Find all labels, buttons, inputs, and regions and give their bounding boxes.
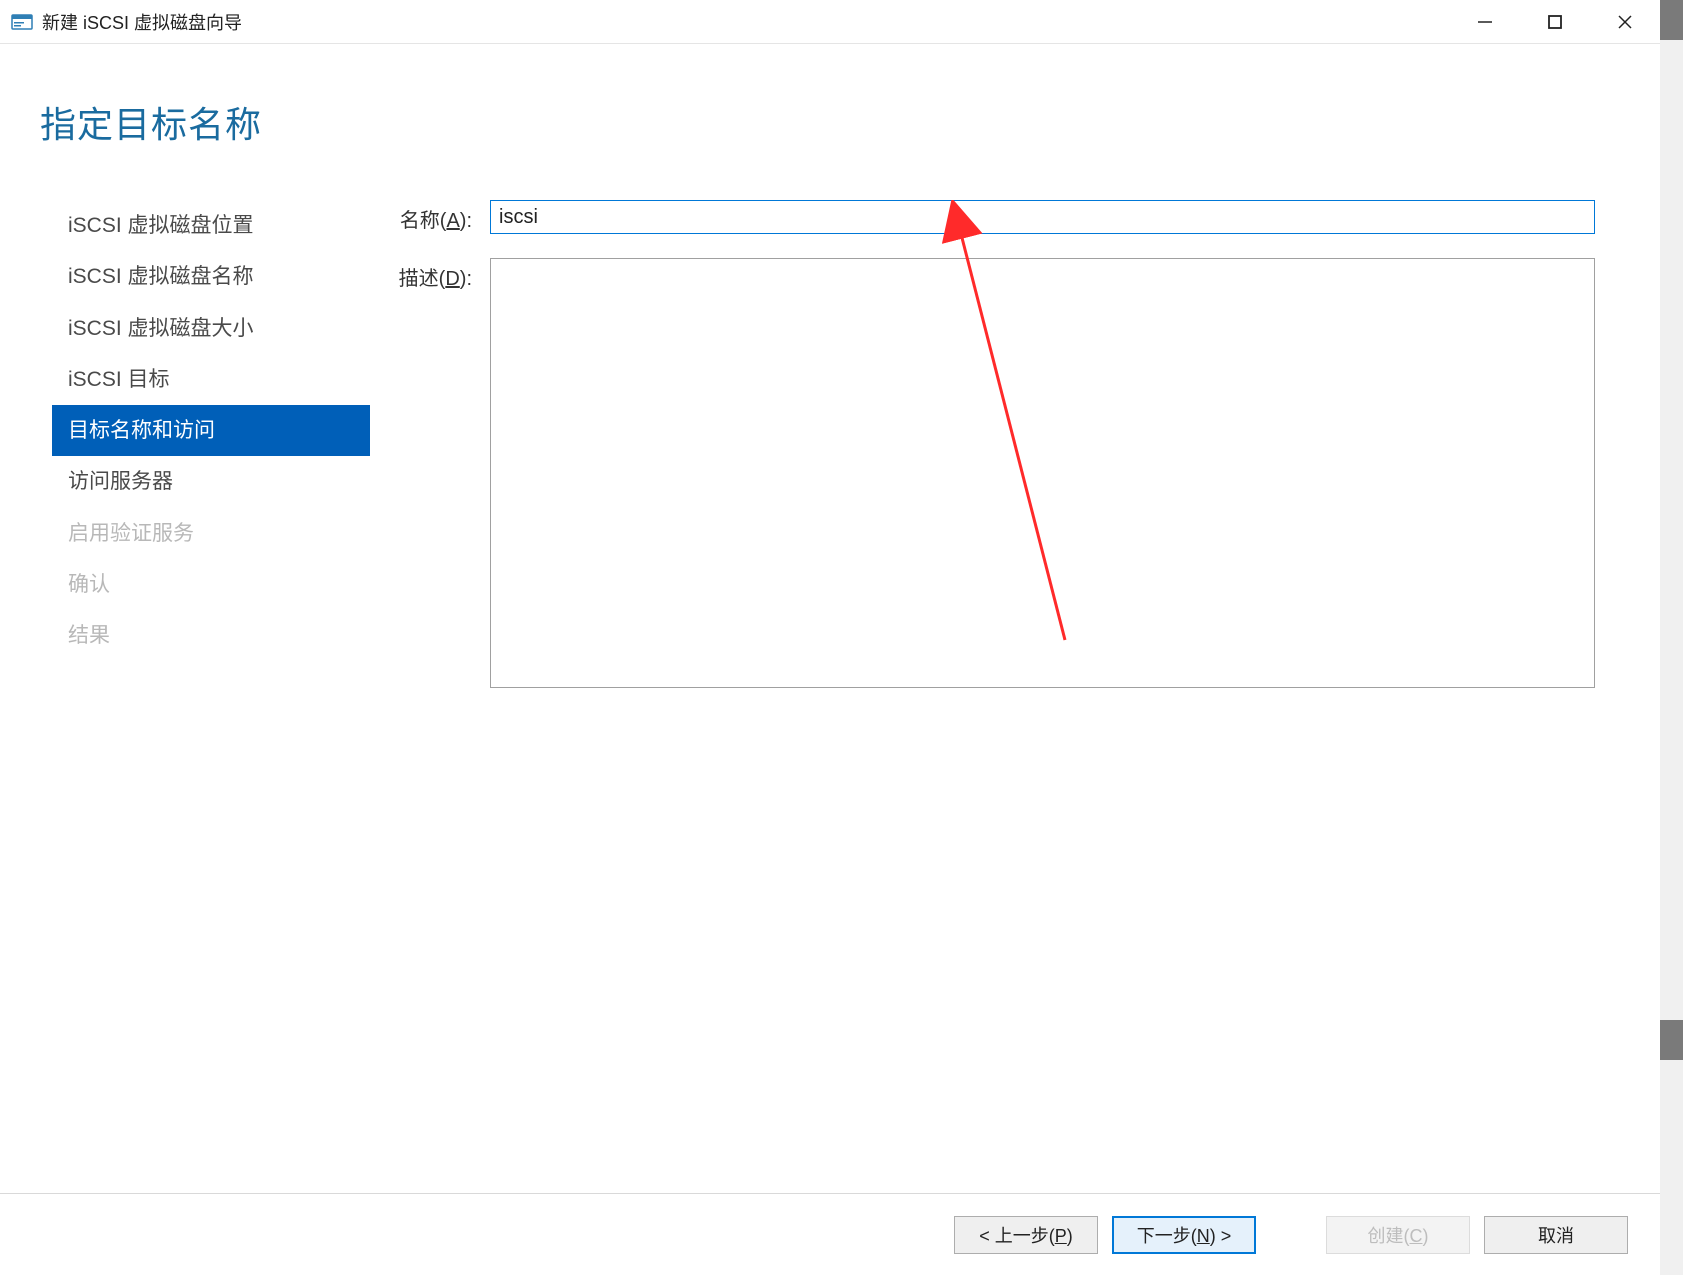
titlebar: 新建 iSCSI 虚拟磁盘向导 — [0, 0, 1660, 44]
name-label: 名称(A): — [370, 200, 490, 233]
outer-scroll-strip — [1660, 0, 1683, 1275]
step-target-name-access[interactable]: 目标名称和访问 — [52, 405, 370, 456]
wizard-footer: < 上一步(P) 下一步(N) > 创建(C) 取消 — [0, 1193, 1660, 1275]
step-iscsi-target[interactable]: iSCSI 目标 — [52, 354, 370, 405]
name-row: 名称(A): — [370, 200, 1595, 234]
step-access-servers[interactable]: 访问服务器 — [52, 456, 370, 507]
step-confirm: 确认 — [52, 559, 370, 610]
previous-button[interactable]: < 上一步(P) — [954, 1216, 1098, 1254]
next-button[interactable]: 下一步(N) > — [1112, 1216, 1256, 1254]
step-enable-auth: 启用验证服务 — [52, 508, 370, 559]
close-button[interactable] — [1590, 0, 1660, 43]
cancel-button[interactable]: 取消 — [1484, 1216, 1628, 1254]
content-area: 指定目标名称 iSCSI 虚拟磁盘位置 iSCSI 虚拟磁盘名称 iSCSI 虚… — [0, 44, 1660, 1193]
window-title: 新建 iSCSI 虚拟磁盘向导 — [42, 9, 242, 35]
target-name-input[interactable] — [490, 200, 1595, 234]
target-description-input[interactable] — [490, 258, 1595, 688]
maximize-button[interactable] — [1520, 0, 1590, 43]
body-row: iSCSI 虚拟磁盘位置 iSCSI 虚拟磁盘名称 iSCSI 虚拟磁盘大小 i… — [0, 148, 1660, 1193]
description-label: 描述(D): — [370, 258, 490, 291]
step-iscsi-disk-size[interactable]: iSCSI 虚拟磁盘大小 — [52, 303, 370, 354]
minimize-button[interactable] — [1450, 0, 1520, 43]
form-area: 名称(A): 描述(D): — [370, 200, 1660, 1193]
app-icon — [10, 10, 34, 34]
wizard-window: 新建 iSCSI 虚拟磁盘向导 指定目标名称 iSCSI 虚拟磁盘位置 iSCS… — [0, 0, 1660, 1275]
page-heading: 指定目标名称 — [0, 44, 1660, 148]
create-button: 创建(C) — [1326, 1216, 1470, 1254]
step-results: 结果 — [52, 610, 370, 661]
step-iscsi-disk-name[interactable]: iSCSI 虚拟磁盘名称 — [52, 251, 370, 302]
window-controls — [1450, 0, 1660, 43]
step-iscsi-disk-location[interactable]: iSCSI 虚拟磁盘位置 — [52, 200, 370, 251]
description-row: 描述(D): — [370, 258, 1595, 688]
wizard-steps-sidebar: iSCSI 虚拟磁盘位置 iSCSI 虚拟磁盘名称 iSCSI 虚拟磁盘大小 i… — [0, 200, 370, 1193]
